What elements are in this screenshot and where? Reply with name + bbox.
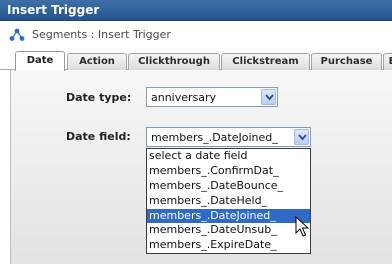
date-field-options-list: select a date field members_.ConfirmDat_…: [146, 148, 311, 254]
option-dateheld[interactable]: members_.DateHeld_: [147, 194, 310, 209]
date-type-dropdown-button[interactable]: [261, 89, 276, 105]
date-field-value: members_.DateJoined_: [151, 131, 278, 144]
tab-purchase[interactable]: Purchase: [311, 53, 382, 70]
tab-action[interactable]: Action: [67, 53, 127, 70]
option-select-a-date-field[interactable]: select a date field: [147, 149, 310, 164]
date-type-label: Date type:: [66, 91, 132, 104]
mouse-cursor-icon: [295, 216, 309, 237]
segments-icon: [9, 28, 25, 41]
window-title-bar: Insert Trigger: [0, 0, 392, 21]
breadcrumb-text: Segments : Insert Trigger: [32, 28, 171, 41]
option-dateunsub[interactable]: members_.DateUnsub_: [147, 223, 310, 238]
date-field-label: Date field:: [66, 130, 131, 143]
breadcrumb: Segments : Insert Trigger: [0, 22, 392, 48]
date-field-dropdown-button[interactable]: [294, 129, 309, 145]
option-datebounce[interactable]: members_.DateBounce_: [147, 179, 310, 194]
chevron-down-icon: [265, 94, 274, 101]
date-type-select[interactable]: anniversary: [146, 87, 278, 107]
option-expiredate[interactable]: members_.ExpireDate_: [147, 238, 310, 253]
chevron-down-icon: [298, 134, 307, 141]
option-datejoined[interactable]: members_.DateJoined_: [147, 208, 310, 224]
option-confirmdat[interactable]: members_.ConfirmDat_: [147, 164, 310, 179]
tab-more[interactable]: E: [383, 53, 392, 70]
date-field-select[interactable]: members_.DateJoined_: [146, 127, 311, 147]
tab-clickthrough[interactable]: Clickthrough: [128, 53, 220, 70]
tab-clickstream[interactable]: Clickstream: [221, 53, 310, 70]
window-title: Insert Trigger: [7, 3, 100, 17]
tab-date[interactable]: Date: [15, 51, 65, 71]
date-type-value: anniversary: [151, 91, 217, 104]
tab-bar: Date Action Clickthrough Clickstream Pur…: [0, 48, 392, 71]
